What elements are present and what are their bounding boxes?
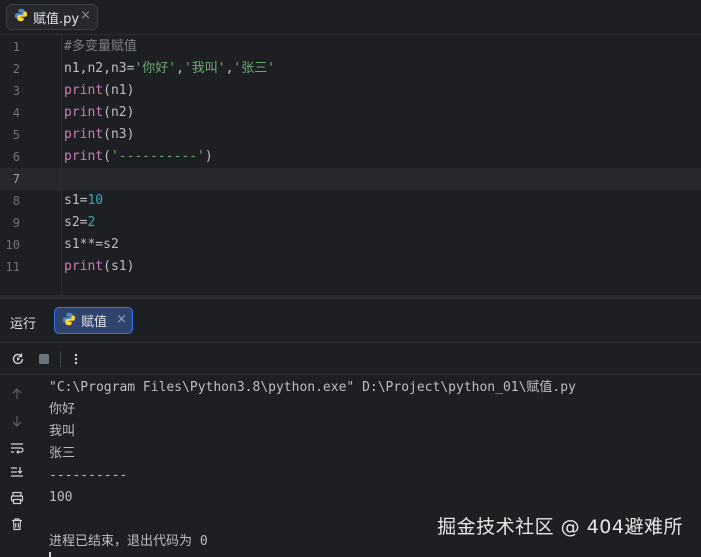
code-token: print (64, 259, 104, 274)
line-number: 2 (12, 62, 20, 76)
code-token: s2= (64, 215, 88, 230)
code-text: print('----------') (64, 146, 213, 168)
console-line: 张三 (49, 446, 76, 461)
code-text: #多变量赋值 (64, 36, 137, 58)
soft-wrap-icon[interactable] (7, 438, 27, 458)
python-file-icon (14, 8, 28, 26)
code-token: ) (204, 149, 213, 164)
toolbar-separator (60, 351, 61, 367)
code-token: 2 (87, 215, 96, 230)
trash-icon[interactable] (7, 514, 27, 534)
line-number: 10 (5, 238, 20, 252)
code-line[interactable]: 6 print('----------') (0, 146, 701, 168)
console-line: 我叫 (49, 424, 76, 439)
code-token: 10 (87, 193, 104, 208)
run-toolbar (0, 343, 701, 375)
code-line[interactable]: 4 print(n2) (0, 102, 701, 124)
editor-tab-filename: 赋值.py (33, 11, 80, 27)
code-token: #多变量赋值 (64, 39, 137, 54)
code-text: s1=10 (64, 190, 103, 212)
code-token: (n1) (103, 83, 135, 98)
scroll-to-end-icon[interactable] (7, 462, 27, 482)
console-line: ---------- (49, 468, 128, 483)
code-text: s1**=s2 (64, 234, 119, 256)
line-number: 4 (12, 106, 20, 120)
line-number: 11 (5, 260, 20, 274)
line-number: 6 (12, 150, 20, 164)
code-line[interactable]: 1 #多变量赋值 (0, 36, 701, 58)
code-token: '你好' (134, 61, 177, 76)
code-line[interactable]: 2 n1,n2,n3='你好','我叫','张三' (0, 58, 701, 80)
code-token: (s1) (103, 259, 135, 274)
editor-tab-file[interactable]: 赋值.py × (6, 4, 98, 30)
run-tab-label: 赋值 (81, 315, 108, 330)
code-token: ( (103, 149, 111, 164)
run-config-tab[interactable]: 赋值 × (54, 307, 133, 334)
run-panel-title: 运行 (10, 317, 37, 332)
close-icon[interactable]: × (80, 8, 91, 23)
code-line[interactable]: 10 s1**=s2 (0, 234, 701, 256)
code-line[interactable]: 3 print(n1) (0, 80, 701, 102)
python-file-icon (62, 312, 76, 330)
line-number: 5 (12, 128, 20, 142)
code-text: print(n3) (64, 124, 134, 146)
scroll-up-icon[interactable] (7, 384, 27, 404)
code-token: print (64, 105, 104, 120)
more-vertical-icon[interactable] (66, 349, 86, 369)
code-text: print(s1) (64, 256, 134, 278)
code-line[interactable]: 7 (0, 168, 701, 190)
code-token: s1= (64, 193, 88, 208)
run-tool-window-header: 运行 赋值 × (0, 299, 701, 343)
code-token: '----------' (110, 149, 205, 164)
console-line: "C:\Program Files\Python3.8\python.exe" … (49, 380, 576, 395)
code-text: s2=2 (64, 212, 95, 234)
code-token: n1,n2,n3= (64, 61, 135, 76)
scroll-down-icon[interactable] (7, 411, 27, 431)
console-caret (49, 552, 51, 557)
print-icon[interactable] (7, 488, 27, 508)
code-token: '我叫' (183, 61, 226, 76)
line-number: 3 (12, 84, 20, 98)
console-line: 进程已结束，退出代码为 0 (49, 534, 208, 549)
code-token: , (176, 61, 184, 76)
gutter-divider (61, 35, 62, 295)
watermark: 掘金技术社区 @ 404避难所 (437, 516, 683, 538)
code-text: print(n1) (64, 80, 134, 102)
stop-icon[interactable] (34, 349, 54, 369)
line-number: 8 (12, 194, 20, 208)
editor-tab-bar: 赋值.py × (0, 0, 701, 35)
code-line[interactable]: 5 print(n3) (0, 124, 701, 146)
code-token: '张三' (233, 61, 276, 76)
close-icon[interactable]: × (116, 312, 127, 327)
code-token: print (64, 149, 104, 164)
rerun-icon[interactable] (8, 349, 28, 369)
code-line[interactable]: 11 print(s1) (0, 256, 701, 278)
code-token: (n2) (103, 105, 135, 120)
console-line: 100 (49, 490, 73, 505)
code-token: print (64, 83, 104, 98)
line-number: 9 (12, 216, 20, 230)
code-line[interactable]: 9 s2=2 (0, 212, 701, 234)
line-number: 7 (12, 172, 20, 186)
line-number: 1 (12, 40, 20, 54)
code-text: n1,n2,n3='你好','我叫','张三' (64, 58, 275, 80)
code-line[interactable]: 8 s1=10 (0, 190, 701, 212)
code-token: print (64, 127, 104, 142)
console-line: 你好 (49, 402, 76, 417)
code-token: s1**=s2 (64, 237, 119, 252)
code-token: (n3) (103, 127, 135, 142)
code-editor[interactable]: 1 #多变量赋值 2 n1,n2,n3='你好','我叫','张三' 3 print(n1… (0, 35, 701, 295)
code-text: print(n2) (64, 102, 134, 124)
